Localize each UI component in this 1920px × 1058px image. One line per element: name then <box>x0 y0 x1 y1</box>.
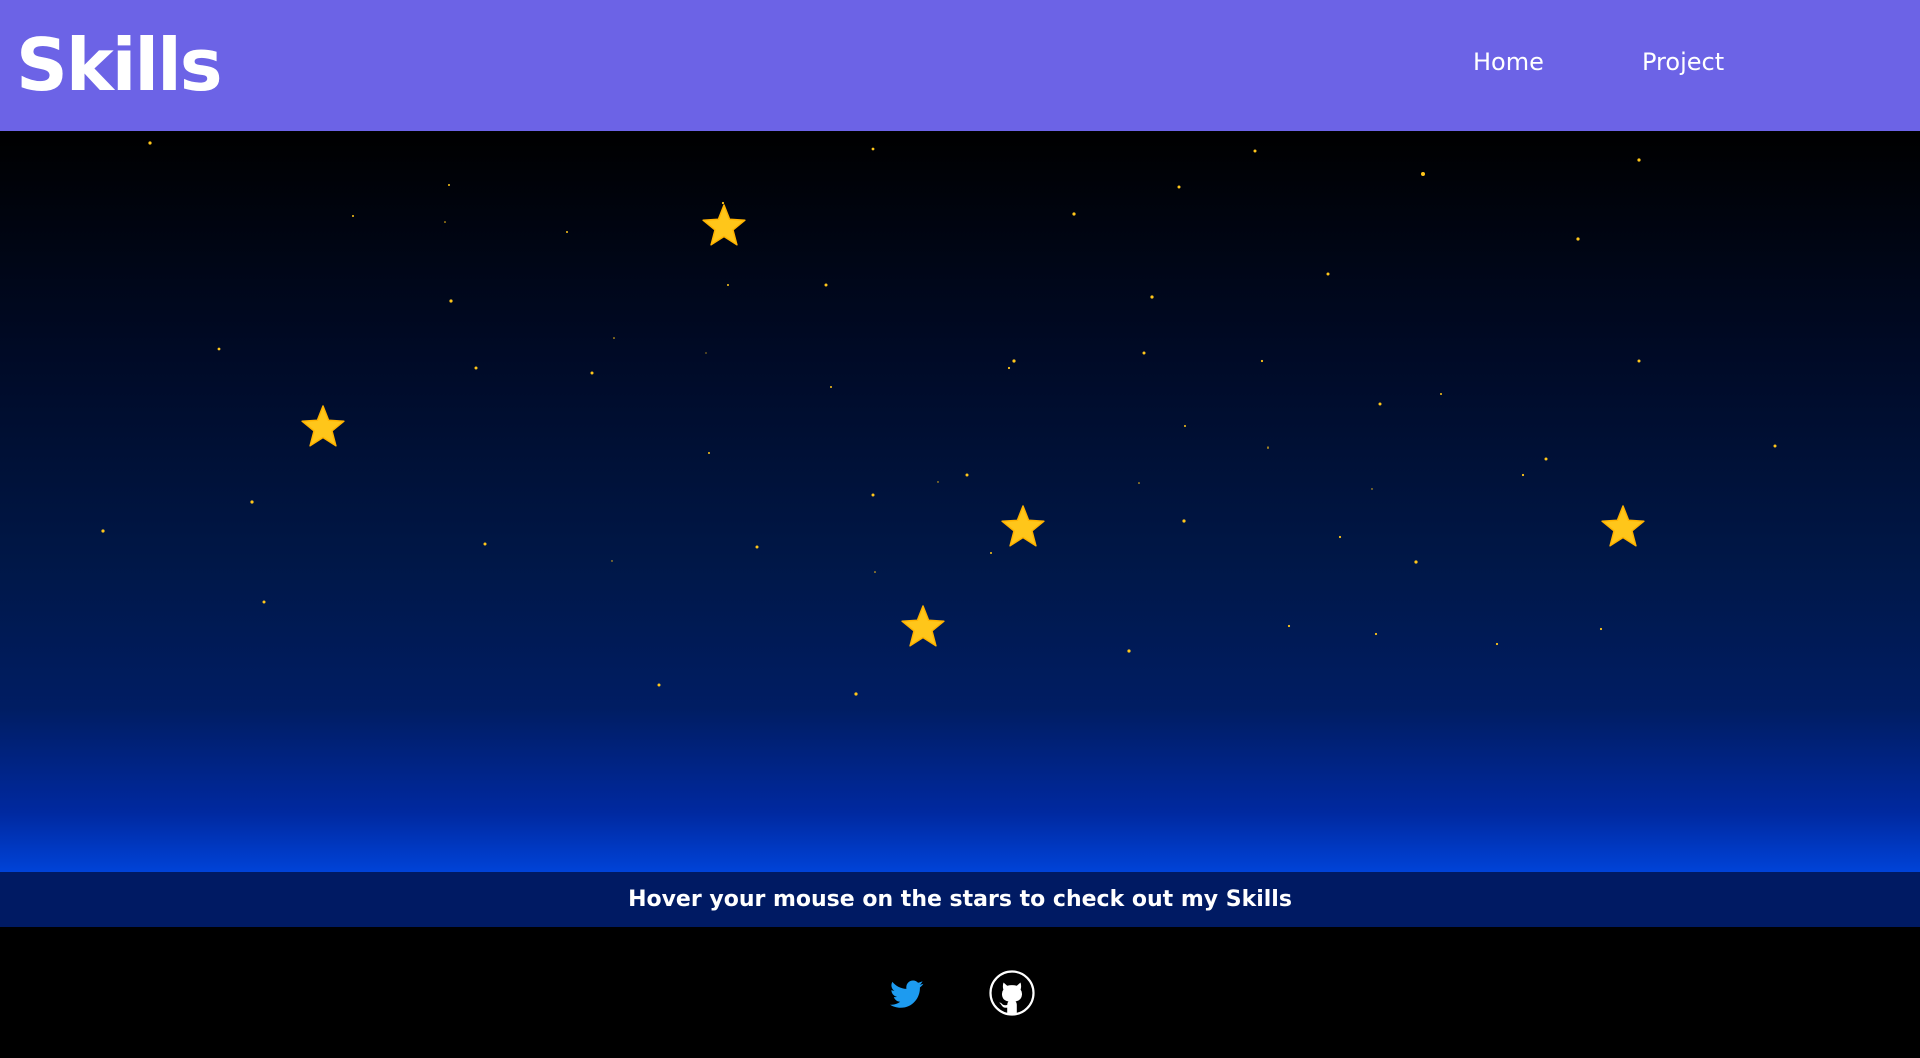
background-star <box>1374 632 1378 636</box>
hint-text: Hover your mouse on the stars to check o… <box>628 887 1292 912</box>
background-star <box>830 386 832 388</box>
skill-star[interactable] <box>1001 505 1045 547</box>
background-star <box>449 299 453 303</box>
skill-star[interactable] <box>702 204 746 246</box>
background-star <box>727 284 729 286</box>
background-star <box>262 600 266 604</box>
background-star <box>1637 359 1641 363</box>
background-star <box>1338 535 1342 539</box>
background-star <box>937 481 939 483</box>
background-star <box>755 545 759 549</box>
skill-star[interactable] <box>1601 505 1645 547</box>
background-star <box>1138 482 1140 484</box>
background-star <box>250 500 254 504</box>
background-star <box>657 683 661 687</box>
github-icon <box>989 970 1035 1016</box>
background-star <box>1184 425 1186 427</box>
background-star <box>1142 351 1146 355</box>
background-star <box>1012 359 1016 363</box>
background-star <box>444 221 446 223</box>
background-star <box>1599 627 1603 631</box>
background-star <box>1637 158 1641 162</box>
skill-star[interactable] <box>901 605 945 647</box>
background-star <box>1440 393 1442 395</box>
background-star <box>871 147 875 151</box>
background-star <box>483 542 487 546</box>
background-star <box>611 560 613 562</box>
background-star <box>990 552 992 554</box>
background-star <box>566 231 568 233</box>
background-star <box>1177 185 1181 189</box>
background-star <box>217 347 221 351</box>
background-star <box>721 201 725 205</box>
twitter-icon <box>890 980 924 1008</box>
background-star <box>474 366 478 370</box>
skill-stars <box>301 204 1645 647</box>
background-star <box>613 337 615 339</box>
background-star <box>1576 237 1580 241</box>
skill-star[interactable] <box>301 405 345 447</box>
night-sky <box>0 131 1920 872</box>
background-star <box>824 283 828 287</box>
page-title: Skills <box>16 23 223 107</box>
background-star <box>1521 473 1525 477</box>
background-star <box>1421 172 1425 176</box>
nav-link-home[interactable]: Home <box>1473 42 1544 82</box>
background-stars <box>101 141 1777 696</box>
background-star <box>854 692 858 696</box>
background-star <box>871 493 875 497</box>
background-star <box>590 371 594 375</box>
background-star <box>1253 149 1257 153</box>
twitter-link[interactable] <box>889 977 925 1011</box>
starfield <box>101 141 1777 696</box>
background-star <box>965 473 969 477</box>
background-star <box>1150 295 1154 299</box>
background-star <box>1007 366 1011 370</box>
background-star <box>1378 402 1382 406</box>
site-header: Skills Home Project <box>0 0 1920 131</box>
background-star <box>1287 624 1291 628</box>
background-star <box>874 571 876 573</box>
background-star <box>1773 444 1777 448</box>
background-star <box>352 215 354 217</box>
background-star <box>148 141 152 145</box>
background-star <box>1495 642 1499 646</box>
background-star <box>1182 519 1186 523</box>
background-star <box>708 452 710 454</box>
background-star <box>1326 272 1330 276</box>
background-star <box>1544 457 1548 461</box>
background-star <box>1127 649 1131 653</box>
background-star <box>448 184 450 186</box>
background-star <box>1072 212 1076 216</box>
background-star <box>1414 560 1418 564</box>
nav-link-project[interactable]: Project <box>1642 42 1724 82</box>
background-star <box>705 352 707 354</box>
site-footer <box>0 927 1920 1058</box>
hint-bar: Hover your mouse on the stars to check o… <box>0 872 1920 927</box>
background-star <box>101 529 105 533</box>
github-link[interactable] <box>989 970 1035 1016</box>
background-star <box>1267 446 1269 448</box>
background-star <box>1260 359 1264 363</box>
background-star <box>1371 488 1373 490</box>
